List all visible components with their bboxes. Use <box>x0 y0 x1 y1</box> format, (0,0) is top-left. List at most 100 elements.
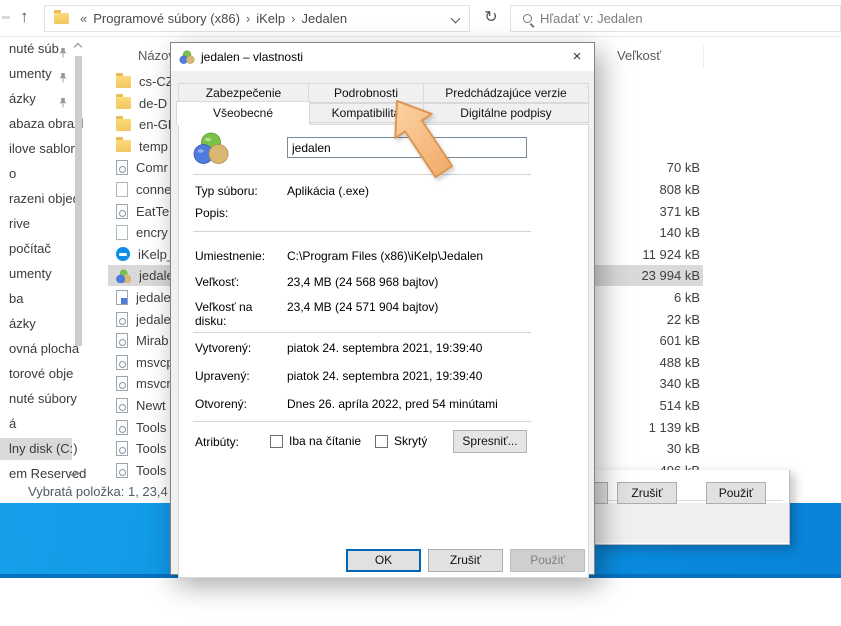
tv-icon <box>116 247 130 261</box>
breadcrumb-prefix: « <box>80 11 87 26</box>
readonly-checkbox[interactable] <box>270 435 283 448</box>
breadcrumb-separator: › <box>291 11 295 26</box>
file-size: 23 994 kB <box>588 268 703 283</box>
size-label: Veľkosť: <box>195 275 285 289</box>
sidebar-item[interactable]: nuté súbory <box>0 388 100 410</box>
sidebar-item[interactable]: o <box>0 163 100 185</box>
pin-icon <box>58 43 68 65</box>
bg-apply-button[interactable]: Použiť <box>706 482 766 504</box>
app-spheres-icon <box>193 132 229 166</box>
separator <box>193 332 531 333</box>
folder-icon <box>116 119 131 131</box>
sidebar-item-label: abaza obrazl <box>9 116 83 131</box>
created-value: piatok 24. septembra 2021, 19:39:40 <box>287 341 482 355</box>
sidebar-item-label: ba <box>9 291 23 306</box>
dialog-title: jedalen – vlastnosti <box>201 50 303 64</box>
refresh-icon[interactable]: ↻ <box>479 6 503 30</box>
breadcrumb-item[interactable]: iKelp <box>256 11 285 26</box>
size-value: 23,4 MB (24 568 968 bajtov) <box>287 275 438 289</box>
folder-icon <box>116 76 131 88</box>
modified-label: Upravený: <box>195 369 285 383</box>
apply-button[interactable]: Použiť <box>510 549 585 572</box>
created-label: Vytvorený: <box>195 341 285 355</box>
breadcrumb-item[interactable]: Jedalen <box>302 11 348 26</box>
folder-icon <box>116 97 131 109</box>
sidebar-item-label: nuté súbory <box>9 391 77 406</box>
up-icon[interactable]: ↑ <box>20 7 29 27</box>
sidebar-item[interactable]: em Reserved <box>0 463 100 485</box>
close-icon[interactable]: × <box>560 43 594 71</box>
dll-icon <box>116 312 128 327</box>
file-icon <box>116 182 128 197</box>
sidebar-item[interactable]: ázky <box>0 313 100 335</box>
dll-icon <box>116 398 128 413</box>
sidebar-item-label: rive <box>9 216 30 231</box>
hidden-label: Skrytý <box>394 434 427 448</box>
file-type-value: Aplikácia (.exe) <box>287 184 369 198</box>
file-size: 808 kB <box>588 182 703 197</box>
location-label: Umiestnenie: <box>195 249 285 263</box>
file-size: 514 kB <box>588 398 703 413</box>
dll-icon <box>116 420 128 435</box>
size-on-disk-value: 23,4 MB (24 571 904 bajtov) <box>287 300 438 314</box>
sidebar-item[interactable]: abaza obrazl <box>0 113 100 135</box>
sidebar-item[interactable]: rive <box>0 213 100 235</box>
accessed-value: Dnes 26. apríla 2022, pred 54 minútami <box>287 397 498 411</box>
sidebar-item[interactable]: ba <box>0 288 100 310</box>
scroll-down-icon[interactable] <box>74 467 82 475</box>
sidebar-item[interactable]: torové obje <box>0 363 100 385</box>
dll-icon <box>116 355 128 370</box>
file-size: 11 924 kB <box>588 247 703 262</box>
scroll-up-icon[interactable] <box>74 43 82 51</box>
sidebar-item[interactable]: ázky <box>0 88 100 110</box>
search-input[interactable]: Hľadať v: Jedalen <box>510 5 841 32</box>
sidebar-item-label: ilove sablon <box>9 141 78 156</box>
ok-button[interactable]: OK <box>346 549 421 572</box>
tab-vseobecne[interactable]: Všeobecné <box>176 101 310 125</box>
search-placeholder: Hľadať v: Jedalen <box>540 11 643 26</box>
separator <box>193 421 531 422</box>
modified-value: piatok 24. septembra 2021, 19:39:40 <box>287 369 482 383</box>
sidebar-item[interactable]: umenty <box>0 63 100 85</box>
dll-icon <box>116 463 128 478</box>
app-icon <box>116 269 131 283</box>
sidebar-item[interactable]: razeni objed <box>0 188 100 210</box>
file-size: 6 kB <box>588 290 703 305</box>
bg-cancel-button[interactable]: Zrušiť <box>617 482 677 504</box>
readonly-label: Iba na čítanie <box>289 434 361 448</box>
chevron-down-icon[interactable] <box>451 14 461 24</box>
background-dialog: Zrušiť Použiť <box>593 470 790 545</box>
column-divider[interactable] <box>703 46 704 68</box>
address-bar[interactable]: « Programové súbory (x86) › iKelp › Jeda… <box>44 5 470 32</box>
sidebar-item-label: ázky <box>9 316 36 331</box>
sidebar-item-label: o <box>9 166 16 181</box>
hidden-checkbox[interactable] <box>375 435 388 448</box>
sidebar-item[interactable]: nuté súb <box>0 38 100 60</box>
accessed-label: Otvorený: <box>195 397 285 411</box>
advanced-button[interactable]: Spresniť... <box>453 430 527 453</box>
tab-zabezpecenie[interactable]: Zabezpečenie <box>178 83 309 103</box>
sidebar-item[interactable]: počítač <box>0 238 100 260</box>
sidebar-scrollbar[interactable] <box>74 38 84 480</box>
dialog-titlebar[interactable]: jedalen – vlastnosti × <box>171 43 594 71</box>
app-spheres-icon <box>179 50 195 65</box>
sidebar-item[interactable]: ilove sablon <box>0 138 100 160</box>
sidebar-item-label: lny disk (C:) <box>9 441 78 456</box>
file-type-label: Typ súboru: <box>195 184 285 198</box>
file-size: 22 kB <box>588 312 703 327</box>
back-icon[interactable] <box>2 16 10 19</box>
file-size: 601 kB <box>588 333 703 348</box>
scrollbar-thumb[interactable] <box>75 56 82 346</box>
annotation-arrow-icon <box>372 93 472 193</box>
breadcrumb-item[interactable]: Programové súbory (x86) <box>93 11 240 26</box>
sidebar-item[interactable]: ovná plocha <box>0 338 100 360</box>
sidebar-item[interactable]: lny disk (C:) <box>0 438 72 460</box>
cancel-button[interactable]: Zrušiť <box>428 549 503 572</box>
breadcrumb-separator: › <box>246 11 250 26</box>
navigation-pane: nuté súb umenty ázky abaza obrazl ilove sabl… <box>0 38 100 483</box>
column-header-size[interactable]: Veľkosť <box>617 48 661 63</box>
sidebar-item[interactable]: á <box>0 413 100 435</box>
sidebar-item[interactable]: umenty <box>0 263 100 285</box>
screen: ↑ « Programové súbory (x86) › iKelp › Je… <box>0 0 841 626</box>
file-icon <box>116 225 128 240</box>
